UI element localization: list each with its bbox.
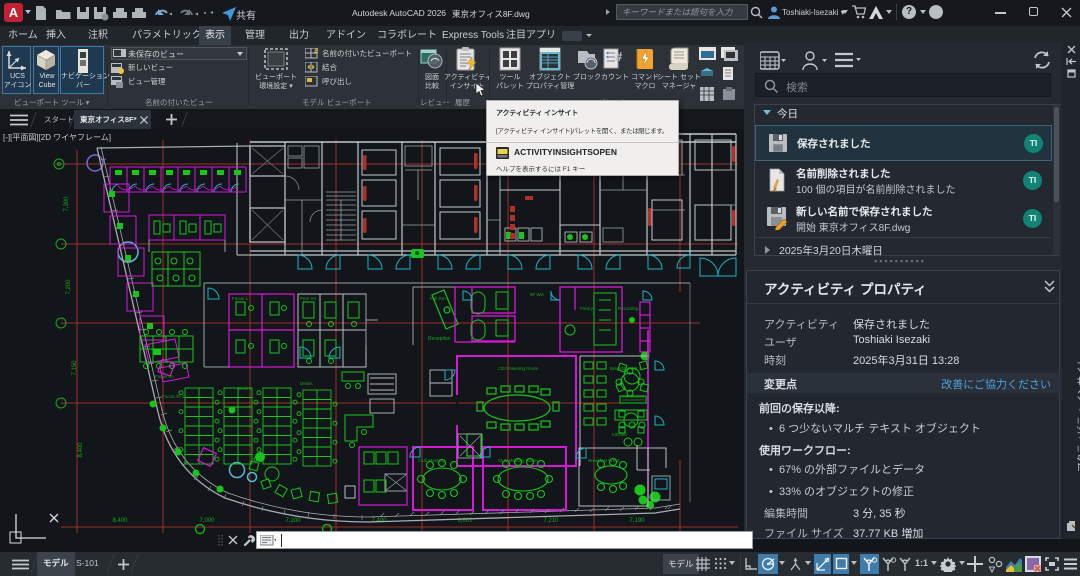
svg-text:Pantry: Pantry bbox=[580, 306, 594, 311]
svg-text:Club Meeting: Club Meeting bbox=[418, 458, 445, 463]
svg-text:Focus rm 1: Focus rm 1 bbox=[162, 394, 185, 399]
svg-text:7,200: 7,200 bbox=[66, 279, 72, 295]
svg-text:8F WS: 8F WS bbox=[530, 292, 544, 297]
svg-text:7,210: 7,210 bbox=[543, 518, 559, 524]
svg-text:CEO Meeting Room: CEO Meeting Room bbox=[498, 366, 539, 371]
svg-text:Recording: Recording bbox=[618, 306, 639, 311]
svg-text:Full Rm: Full Rm bbox=[430, 296, 446, 301]
svg-text:#: # bbox=[615, 49, 623, 64]
svg-text:7,190: 7,190 bbox=[629, 518, 645, 524]
svg-text:Desk w: Desk w bbox=[238, 386, 254, 391]
svg-text:7,000: 7,000 bbox=[199, 518, 215, 524]
svg-text:7,200: 7,200 bbox=[285, 518, 301, 524]
svg-text:8,400: 8,400 bbox=[112, 518, 128, 524]
svg-text:Reception: Reception bbox=[428, 336, 451, 342]
svg-text:Desks: Desks bbox=[300, 381, 313, 386]
svg-text:Kitchen: Kitchen bbox=[612, 432, 628, 437]
svg-text:7,150: 7,150 bbox=[72, 360, 78, 376]
svg-text:#: # bbox=[314, 48, 319, 56]
svg-text:8,400: 8,400 bbox=[78, 442, 84, 458]
svg-text:Peer rm: Peer rm bbox=[300, 296, 316, 301]
svg-text:Breakfast WS 1: Breakfast WS 1 bbox=[610, 366, 642, 371]
svg-text:Club Meeting Room: Club Meeting Room bbox=[498, 458, 538, 463]
svg-text:Focus 1: Focus 1 bbox=[232, 296, 249, 301]
svg-text:Focus rm: Focus rm bbox=[155, 374, 174, 379]
svg-text:7,300: 7,300 bbox=[64, 196, 70, 212]
svg-text:Breakfast WS 2: Breakfast WS 2 bbox=[588, 458, 620, 463]
